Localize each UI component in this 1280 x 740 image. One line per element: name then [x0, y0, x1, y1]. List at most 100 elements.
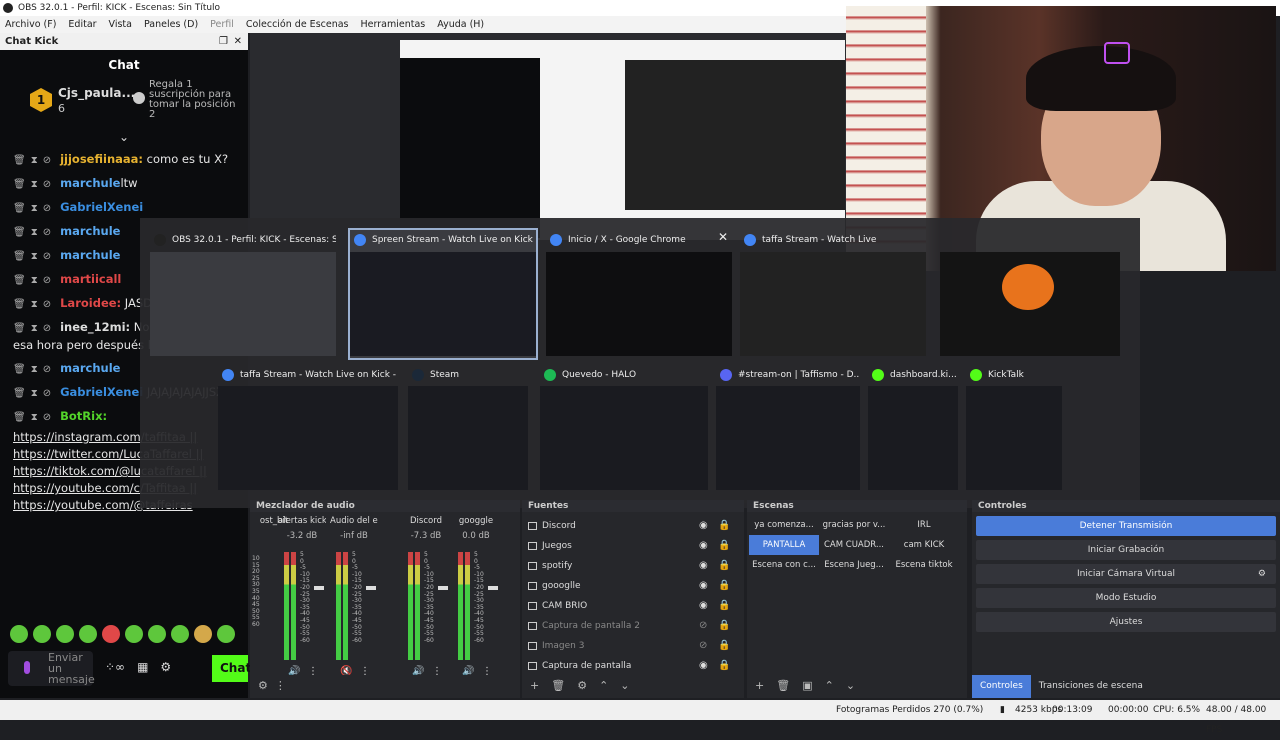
source-row[interactable]: Juegos ◉ 🔒 — [522, 536, 744, 556]
gear-icon[interactable]: ⚙ — [160, 660, 171, 674]
chat-username[interactable]: martiicall — [60, 272, 121, 286]
mod-tools-icon[interactable]: 🗑⧗⊘ — [13, 412, 56, 423]
lock-icon[interactable]: 🔒 — [718, 616, 730, 636]
mod-tools-icon[interactable]: 🗑⧗⊘ — [13, 275, 56, 286]
mod-tools-icon[interactable]: 🗑⧗⊘ — [13, 179, 56, 190]
scene-item[interactable]: IRL — [889, 515, 959, 535]
chat-input[interactable]: Enviar un mensaje — [8, 651, 95, 686]
eye-icon[interactable]: ◉ — [699, 576, 708, 596]
menu-coleccion[interactable]: Colección de Escenas — [246, 16, 349, 33]
undock-icon[interactable]: ❐ — [219, 33, 228, 50]
source-row[interactable]: Imagen 3 ⊘ 🔒 — [522, 636, 744, 656]
scene-item[interactable]: gracias por v... — [819, 515, 889, 535]
control-button[interactable]: Ajustes — [976, 612, 1276, 632]
chat-username[interactable]: marchule — [60, 248, 120, 262]
chat-username[interactable]: BotRix: — [60, 409, 107, 423]
control-button[interactable]: Iniciar Grabación — [976, 540, 1276, 560]
source-row[interactable]: Captura de pantalla 2 ⊘ 🔒 — [522, 616, 744, 636]
menu-ayuda[interactable]: Ayuda (H) — [437, 16, 484, 33]
chevron-down-icon[interactable]: ⌄ — [0, 130, 248, 148]
chat-username[interactable]: GabrielXenei — [60, 200, 143, 214]
scene-item[interactable]: Escena con c... — [749, 555, 819, 575]
switcher-window[interactable]: KickTalk — [966, 366, 1062, 490]
scene-item[interactable]: Escena tiktok — [889, 555, 959, 575]
emote-icon[interactable] — [79, 625, 97, 643]
mic-icon[interactable] — [24, 661, 30, 674]
scene-item[interactable]: Escena Jueg... — [819, 555, 889, 575]
emote-icon[interactable] — [148, 625, 166, 643]
eye-icon[interactable]: ◉ — [699, 556, 708, 576]
mod-tools-icon[interactable]: 🗑⧗⊘ — [13, 155, 56, 166]
eye-icon[interactable]: ◉ — [699, 516, 708, 536]
source-row[interactable]: CAM BRIO ◉ 🔒 — [522, 596, 744, 616]
gear-icon[interactable]: ⚙ — [1258, 564, 1266, 584]
lock-icon[interactable]: 🔒 — [718, 656, 730, 676]
emote-icon[interactable] — [102, 625, 120, 643]
add-scene-icon[interactable]: + — [755, 679, 764, 694]
chat-send-button[interactable]: Chat — [212, 655, 251, 682]
store-icon[interactable]: ▦ — [137, 660, 148, 674]
mixer-settings-icon[interactable]: ⚙ — [258, 679, 268, 692]
lock-icon[interactable]: 🔒 — [718, 636, 730, 656]
mod-tools-icon[interactable]: 🗑⧗⊘ — [13, 299, 56, 310]
scene-item[interactable]: PANTALLA — [749, 535, 819, 555]
lock-icon[interactable]: 🔒 — [718, 516, 730, 536]
control-button[interactable]: Iniciar Cámara Virtual ⚙ — [976, 564, 1276, 584]
switcher-window[interactable]: Quevedo - HALO — [540, 366, 708, 490]
chat-username[interactable]: jjjosefiinaaa: — [60, 152, 143, 166]
leader-name[interactable]: Cjs_paula... — [58, 86, 135, 100]
mixer-menu-icon[interactable]: ⋮ — [271, 679, 286, 692]
switcher-window[interactable]: taffa Stream - Watch Live — [740, 230, 926, 358]
source-row[interactable]: Discord ◉ 🔒 — [522, 516, 744, 536]
mod-tools-icon[interactable]: 🗑⧗⊘ — [13, 388, 56, 399]
switcher-window[interactable]: dashboard.ki... — [868, 366, 958, 490]
lock-icon[interactable]: 🔒 — [718, 536, 730, 556]
volume-fader[interactable] — [314, 586, 324, 590]
remove-source-icon[interactable]: 🗑 — [551, 679, 565, 694]
source-row[interactable]: Captura de pantalla ◉ 🔒 — [522, 656, 744, 676]
chat-username[interactable]: Laroidee: — [60, 296, 121, 310]
mod-tools-icon[interactable]: 🗑⧗⊘ — [13, 323, 56, 334]
source-row[interactable]: goooglle ◉ 🔒 — [522, 576, 744, 596]
move-down-icon[interactable]: ⌄ — [620, 679, 629, 694]
chat-username[interactable]: marchule — [60, 224, 120, 238]
control-button[interactable]: Detener Transmisión — [976, 516, 1276, 536]
close-icon[interactable]: ✕ — [234, 33, 242, 50]
tab-transiciones[interactable]: Transiciones de escena — [1031, 675, 1151, 698]
chat-username[interactable]: marchule — [60, 176, 120, 190]
scene-up-icon[interactable]: ⌃ — [825, 679, 834, 694]
eye-hidden-icon[interactable]: ⊘ — [699, 616, 707, 636]
switcher-window[interactable]: Steam — [408, 366, 528, 490]
emote-icon[interactable] — [56, 625, 74, 643]
mod-tools-icon[interactable]: 🗑⧗⊘ — [13, 364, 56, 375]
switcher-window[interactable]: taffa Stream - Watch Live on Kick - Goo.… — [218, 366, 398, 490]
emote-icon[interactable] — [217, 625, 235, 643]
control-button[interactable]: Modo Estudio — [976, 588, 1276, 608]
scene-item[interactable]: cam KICK — [889, 535, 959, 555]
eye-hidden-icon[interactable]: ⊘ — [699, 636, 707, 656]
switcher-window[interactable]: OBS 32.0.1 - Perfil: KICK - Escenas: Sin… — [150, 230, 336, 358]
eye-icon[interactable]: ◉ — [699, 536, 708, 556]
menu-editar[interactable]: Editar — [68, 16, 96, 33]
emote-icon[interactable] — [10, 625, 28, 643]
emote-icon[interactable] — [125, 625, 143, 643]
users-icon[interactable]: ⁘∞ — [105, 660, 125, 674]
chat-username[interactable]: marchule — [60, 361, 120, 375]
scene-item[interactable]: ya comenza... — [749, 515, 819, 535]
menu-herramientas[interactable]: Herramientas — [361, 16, 426, 33]
emote-icon[interactable] — [194, 625, 212, 643]
source-row[interactable]: spotify ◉ 🔒 — [522, 556, 744, 576]
volume-fader[interactable] — [366, 586, 376, 590]
chat-username[interactable]: inee_12mi: — [60, 320, 130, 334]
switcher-window[interactable]: #stream-on | Taffismo - D... — [716, 366, 860, 490]
tab-controles[interactable]: Controles — [972, 675, 1031, 698]
add-source-icon[interactable]: + — [530, 679, 539, 694]
remove-scene-icon[interactable]: 🗑 — [776, 679, 790, 694]
volume-fader[interactable] — [438, 586, 448, 590]
mod-tools-icon[interactable]: 🗑⧗⊘ — [13, 203, 56, 214]
scene-down-icon[interactable]: ⌄ — [846, 679, 855, 694]
menu-paneles[interactable]: Paneles (D) — [144, 16, 198, 33]
lock-icon[interactable]: 🔒 — [718, 596, 730, 616]
menu-archivo[interactable]: Archivo (F) — [5, 16, 56, 33]
move-up-icon[interactable]: ⌃ — [599, 679, 608, 694]
